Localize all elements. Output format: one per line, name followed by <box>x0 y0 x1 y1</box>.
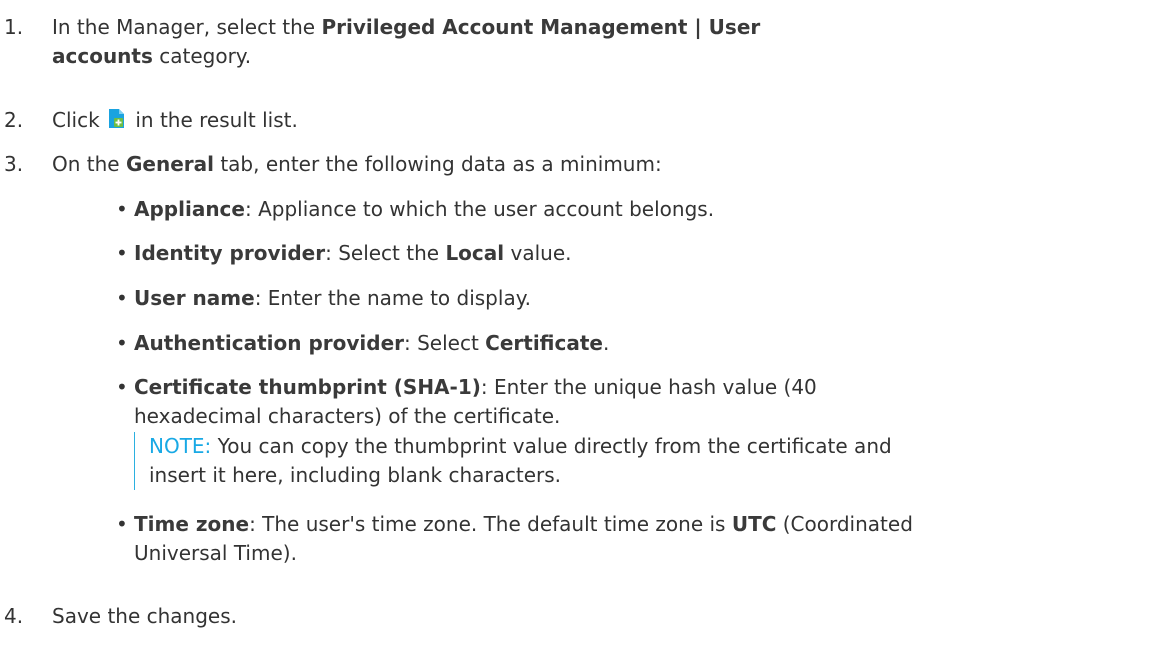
field-text: : The user's time zone. The default time… <box>249 512 732 536</box>
field-label: User name <box>134 286 255 310</box>
field-label: Identity provider <box>134 241 326 265</box>
note-text: insert it here, including blank characte… <box>149 463 562 487</box>
note-label: NOTE: <box>149 434 212 458</box>
field-text: : Appliance to which the user account be… <box>244 197 715 221</box>
step-3: 3. On the General tab, enter the followi… <box>4 150 662 179</box>
step-number: 3. <box>4 152 24 176</box>
field-text: : Enter the unique hash value (40 <box>480 375 817 399</box>
bullet-icon: • <box>116 197 128 221</box>
field-label: Time zone <box>134 512 250 536</box>
bullet-icon: • <box>116 331 128 355</box>
field-text: : Select the <box>325 241 446 265</box>
field-description: Appliance: Appliance to which the user a… <box>134 195 1164 224</box>
value-certificate: Certificate <box>485 331 603 355</box>
field-description: Authentication provider: Select Certific… <box>134 329 1164 358</box>
field-description: Time zone: The user's time zone. The def… <box>134 510 1164 568</box>
field-text: value. <box>504 241 572 265</box>
step-1: 1. In the Manager, select the Privileged… <box>4 13 760 68</box>
step-text-post: tab, enter the following data as a minim… <box>213 152 662 176</box>
tab-name-general: General <box>125 152 214 176</box>
field-label: Appliance <box>134 197 245 221</box>
value-utc: UTC <box>731 512 777 536</box>
value-local: Local <box>445 241 505 265</box>
bullet-icon: • <box>116 512 128 536</box>
field-description: Certificate thumbprint (SHA-1): Enter th… <box>134 373 1164 431</box>
field-description: User name: Enter the name to display. <box>134 284 1164 313</box>
bullet-icon: • <box>116 241 128 265</box>
category-path-part1: Privileged Account Management | User <box>321 15 761 39</box>
step-2: 2. Click in the result list. <box>4 106 298 135</box>
note-block: NOTE: You can copy the thumbprint value … <box>134 432 1099 490</box>
bullet-icon: • <box>116 286 128 310</box>
field-text: : Enter the name to display. <box>254 286 532 310</box>
field-label: Authentication provider <box>134 331 404 355</box>
note-text: You can copy the thumbprint value direct… <box>211 434 892 458</box>
field-description: Identity provider: Select the Local valu… <box>134 239 1164 268</box>
field-text: hexadecimal characters) of the certifica… <box>134 404 561 428</box>
field-label: Certificate thumbprint (SHA-1) <box>134 375 481 399</box>
step-text: In the Manager, select the Privileged Ac… <box>52 13 1052 71</box>
step-text: On the General tab, enter the following … <box>52 150 1052 179</box>
step-text-pre: On the <box>52 152 126 176</box>
category-path-part2: accounts <box>52 44 153 68</box>
step-4: 4. Save the changes. <box>4 602 237 631</box>
step-number: 4. <box>4 604 24 628</box>
step-text-pre: Click <box>52 108 107 132</box>
step-text-pre: In the Manager, select the <box>52 15 322 39</box>
step-text-post: category. <box>152 44 252 68</box>
bullet-icon: • <box>116 375 128 399</box>
field-text: Universal Time). <box>134 541 297 565</box>
step-text: Save the changes. <box>52 604 238 628</box>
new-document-icon <box>108 108 125 129</box>
step-text: Click in the result list. <box>52 106 1052 135</box>
field-text: : Select <box>404 331 486 355</box>
field-text: . <box>602 331 610 355</box>
step-number: 1. <box>4 15 24 39</box>
field-text: (Coordinated <box>776 512 913 536</box>
step-text-post: in the result list. <box>129 108 298 132</box>
step-number: 2. <box>4 108 24 132</box>
